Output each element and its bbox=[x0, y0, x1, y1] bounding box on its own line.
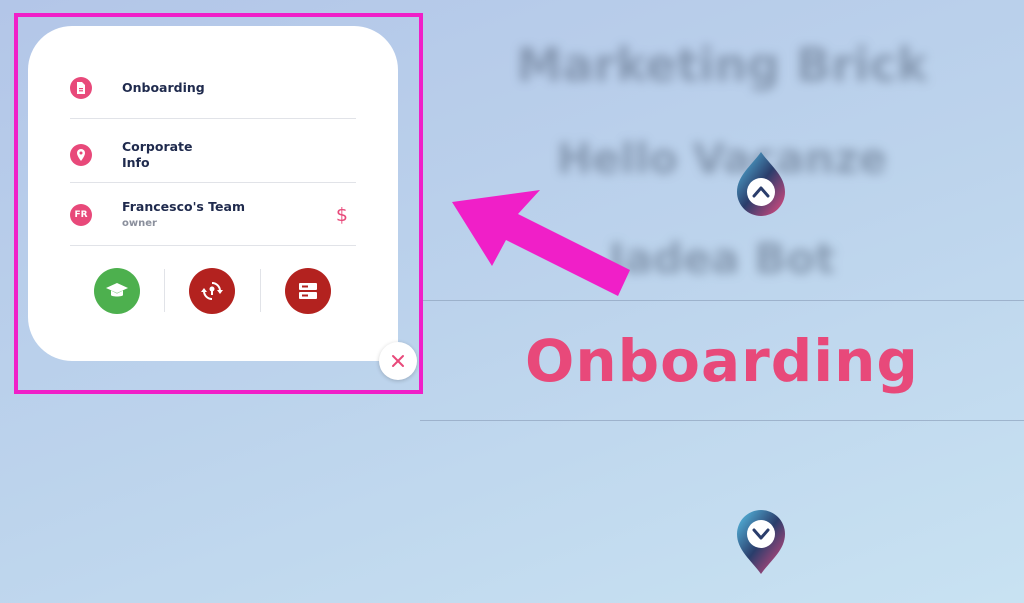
pointer-arrow-icon bbox=[452, 190, 630, 296]
picker-item-blurred[interactable]: Hello Vacanze bbox=[420, 134, 1024, 183]
picker-item-blurred[interactable]: Marketing Brick bbox=[420, 38, 1024, 92]
scroll-up-icon[interactable] bbox=[733, 150, 789, 220]
picker-selected-item[interactable]: Onboarding bbox=[420, 327, 1024, 395]
selection-divider-bottom bbox=[420, 420, 1024, 421]
scroll-down-icon[interactable] bbox=[733, 506, 789, 576]
highlight-frame bbox=[14, 13, 423, 394]
